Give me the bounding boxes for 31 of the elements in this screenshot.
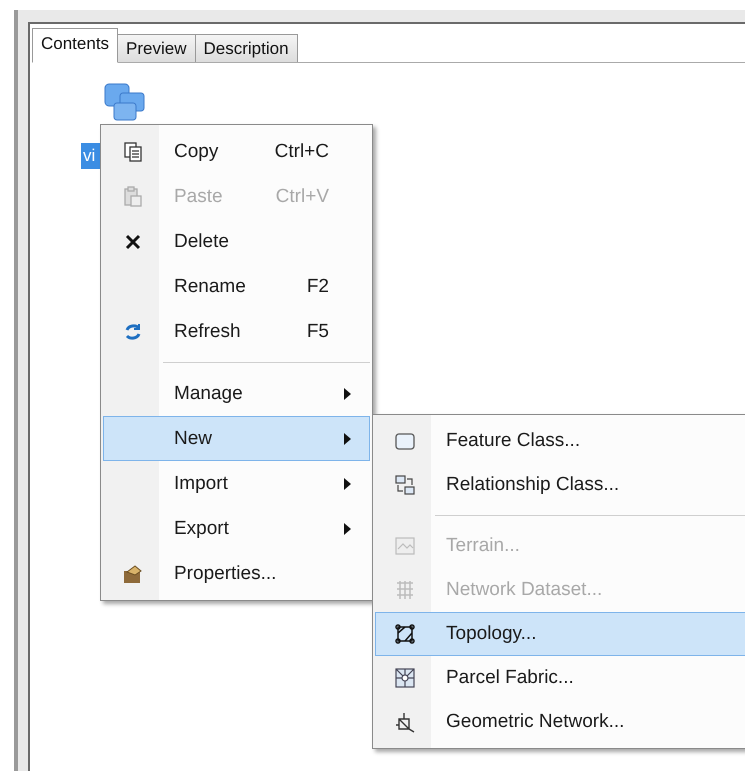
grid-icon [394,579,416,601]
tab[interactable]: Contents [32,28,118,63]
menu-item[interactable]: New [103,416,370,461]
menu-item[interactable]: Rename F2 [103,264,370,309]
menu-item[interactable]: Export [103,506,370,551]
menu-item[interactable]: Refresh F5 [103,309,370,354]
menu-item[interactable]: Properties... [103,551,370,596]
shortcut-label: Ctrl+V [274,186,330,208]
shortcut-label: F2 [306,276,330,298]
menu-item[interactable]: Parcel Fabric... [375,656,745,700]
paste-icon [122,186,144,208]
menu-item[interactable]: Delete [103,219,370,264]
menu-item[interactable]: Relationship Class... [375,463,745,507]
menu-item[interactable]: Geometric Network... [375,700,745,744]
tab[interactable]: Description [194,34,298,62]
menu-item[interactable]: Topology... [375,612,745,656]
menu-item[interactable]: Copy Ctrl+C [103,129,370,174]
network-icon [394,711,416,733]
menu-item[interactable]: Manage [103,371,370,416]
copy-icon [122,140,144,162]
dataset-icon [104,83,146,121]
terrain-icon [394,535,416,557]
linked-boxes-icon [394,474,416,496]
menu-item[interactable]: Feature Class... [375,419,745,463]
shortcut-label: F5 [306,320,330,342]
shortcut-label: Ctrl+C [274,140,330,162]
parcel-icon [394,667,416,689]
menu-item[interactable]: Import [103,461,370,506]
properties-icon [122,562,144,584]
topology-icon [394,623,416,645]
tab[interactable]: Preview [117,34,196,62]
